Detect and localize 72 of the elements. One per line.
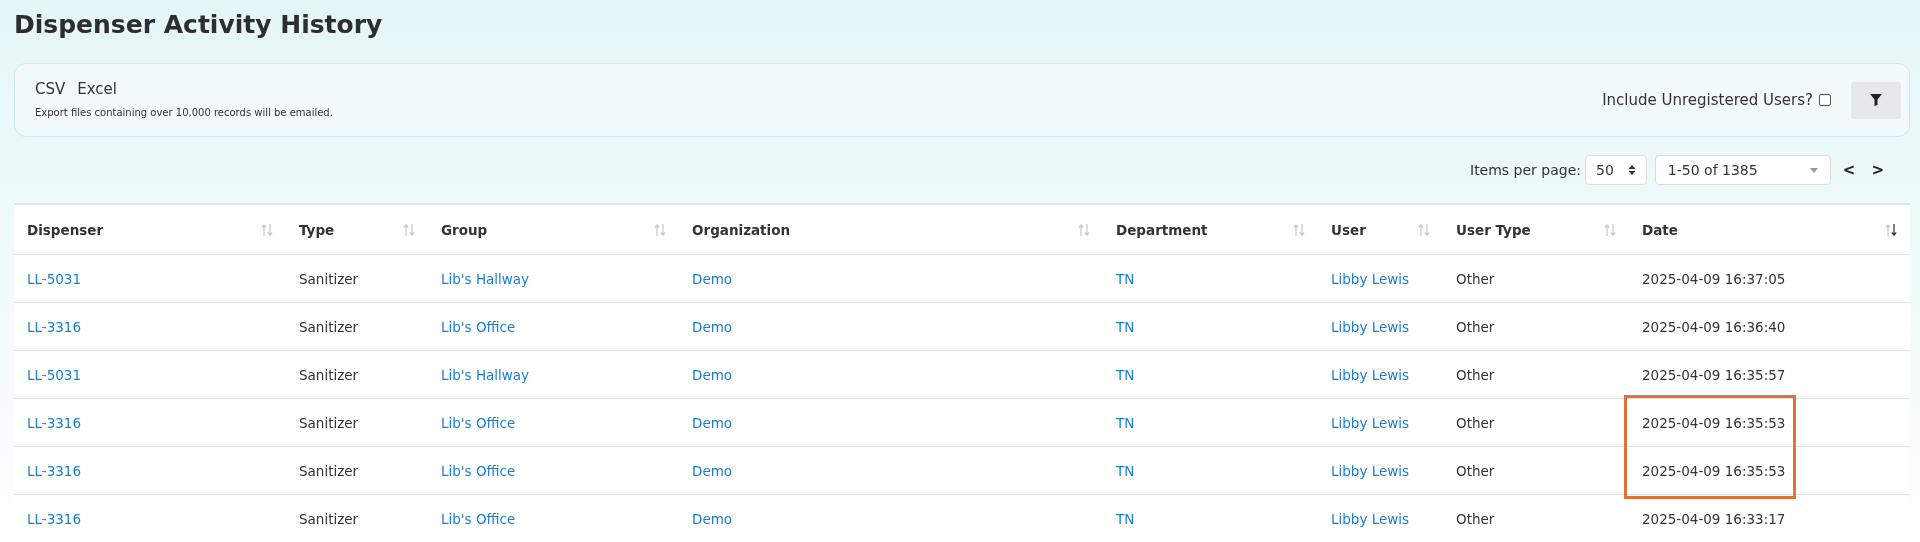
table-link[interactable]: Lib's Office: [441, 462, 516, 479]
next-page-button[interactable]: >: [1867, 161, 1888, 179]
column-header[interactable]: User Type: [1456, 221, 1531, 238]
spinner-icon: [1627, 164, 1636, 176]
range-select[interactable]: 1-50 of 1385: [1654, 155, 1831, 185]
items-per-page-label: Items per page:: [1470, 162, 1581, 178]
table-cell: Other: [1456, 462, 1495, 479]
table-cell: Sanitizer: [299, 318, 359, 335]
table-cell: 2025-04-09 16:35:53: [1642, 462, 1786, 479]
table-cell: Other: [1456, 366, 1495, 383]
checkbox-label: Include Unregistered Users?: [1602, 91, 1813, 109]
column-header[interactable]: Group: [441, 221, 488, 238]
column-header[interactable]: User: [1331, 221, 1366, 238]
table-cell: Other: [1456, 270, 1495, 287]
filter-icon: [1870, 94, 1882, 106]
export-note: Export files containing over 10,000 records will be emailed.: [35, 107, 333, 118]
column-header[interactable]: Date: [1642, 221, 1678, 238]
table-link[interactable]: LL-5031: [27, 270, 82, 287]
table-cell: 2025-04-09 16:33:17: [1642, 510, 1786, 527]
table-cell: Sanitizer: [299, 270, 359, 287]
table-link[interactable]: Libby Lewis: [1331, 270, 1410, 287]
table-link[interactable]: Demo: [692, 510, 733, 527]
checkbox[interactable]: [1819, 94, 1831, 106]
column-header[interactable]: Dispenser: [27, 221, 104, 238]
table-cell: 2025-04-09 16:37:05: [1642, 270, 1786, 287]
table-link[interactable]: TN: [1116, 414, 1135, 431]
table-link[interactable]: TN: [1116, 318, 1135, 335]
table-cell: Sanitizer: [299, 462, 359, 479]
table-link[interactable]: Demo: [692, 270, 733, 287]
table-cell: Sanitizer: [299, 366, 359, 383]
export-button[interactable]: CSV: [35, 80, 66, 98]
sort-icon[interactable]: [1885, 222, 1897, 237]
export-button[interactable]: Excel: [77, 80, 117, 98]
table-link[interactable]: TN: [1116, 462, 1135, 479]
table-link[interactable]: LL-3316: [27, 462, 82, 479]
table-cell: Sanitizer: [299, 510, 359, 527]
table-cell: Other: [1456, 318, 1495, 335]
table-link[interactable]: Demo: [692, 462, 733, 479]
table-cell: Other: [1456, 414, 1495, 431]
items-per-page-select[interactable]: 50: [1585, 155, 1647, 185]
table-link[interactable]: LL-3316: [27, 318, 82, 335]
table-link[interactable]: Libby Lewis: [1331, 510, 1410, 527]
table-link[interactable]: Libby Lewis: [1331, 318, 1410, 335]
table-link[interactable]: TN: [1116, 366, 1135, 383]
column-header[interactable]: Department: [1116, 221, 1208, 238]
column-header[interactable]: Organization: [692, 221, 791, 238]
table-cell: 2025-04-09 16:35:57: [1642, 366, 1786, 383]
table-cell: Sanitizer: [299, 414, 359, 431]
table-link[interactable]: Demo: [692, 366, 733, 383]
table-link[interactable]: TN: [1116, 510, 1135, 527]
table-cell: 2025-04-09 16:35:53: [1642, 414, 1786, 431]
table-link[interactable]: TN: [1116, 270, 1135, 287]
table-link[interactable]: Libby Lewis: [1331, 414, 1410, 431]
column-header[interactable]: Type: [299, 221, 335, 238]
table-cell: Other: [1456, 510, 1495, 527]
table-link[interactable]: LL-3316: [27, 510, 82, 527]
table-link[interactable]: LL-3316: [27, 414, 82, 431]
table-cell: 2025-04-09 16:36:40: [1642, 318, 1786, 335]
table-link[interactable]: Lib's Hallway: [441, 366, 530, 383]
table-link[interactable]: Demo: [692, 414, 733, 431]
page-title: Dispenser Activity History: [14, 9, 384, 41]
table-link[interactable]: LL-5031: [27, 366, 82, 383]
table-link[interactable]: Libby Lewis: [1331, 366, 1410, 383]
previous-page-button[interactable]: <: [1838, 161, 1860, 179]
filter-button[interactable]: [1851, 81, 1901, 119]
table-link[interactable]: Lib's Hallway: [441, 270, 530, 287]
table-link[interactable]: Demo: [692, 318, 733, 335]
table-link[interactable]: Lib's Office: [441, 510, 516, 527]
table-link[interactable]: Lib's Office: [441, 414, 516, 431]
caret-icon: [1809, 167, 1818, 173]
table-link[interactable]: Lib's Office: [441, 318, 516, 335]
table-link[interactable]: Libby Lewis: [1331, 462, 1410, 479]
